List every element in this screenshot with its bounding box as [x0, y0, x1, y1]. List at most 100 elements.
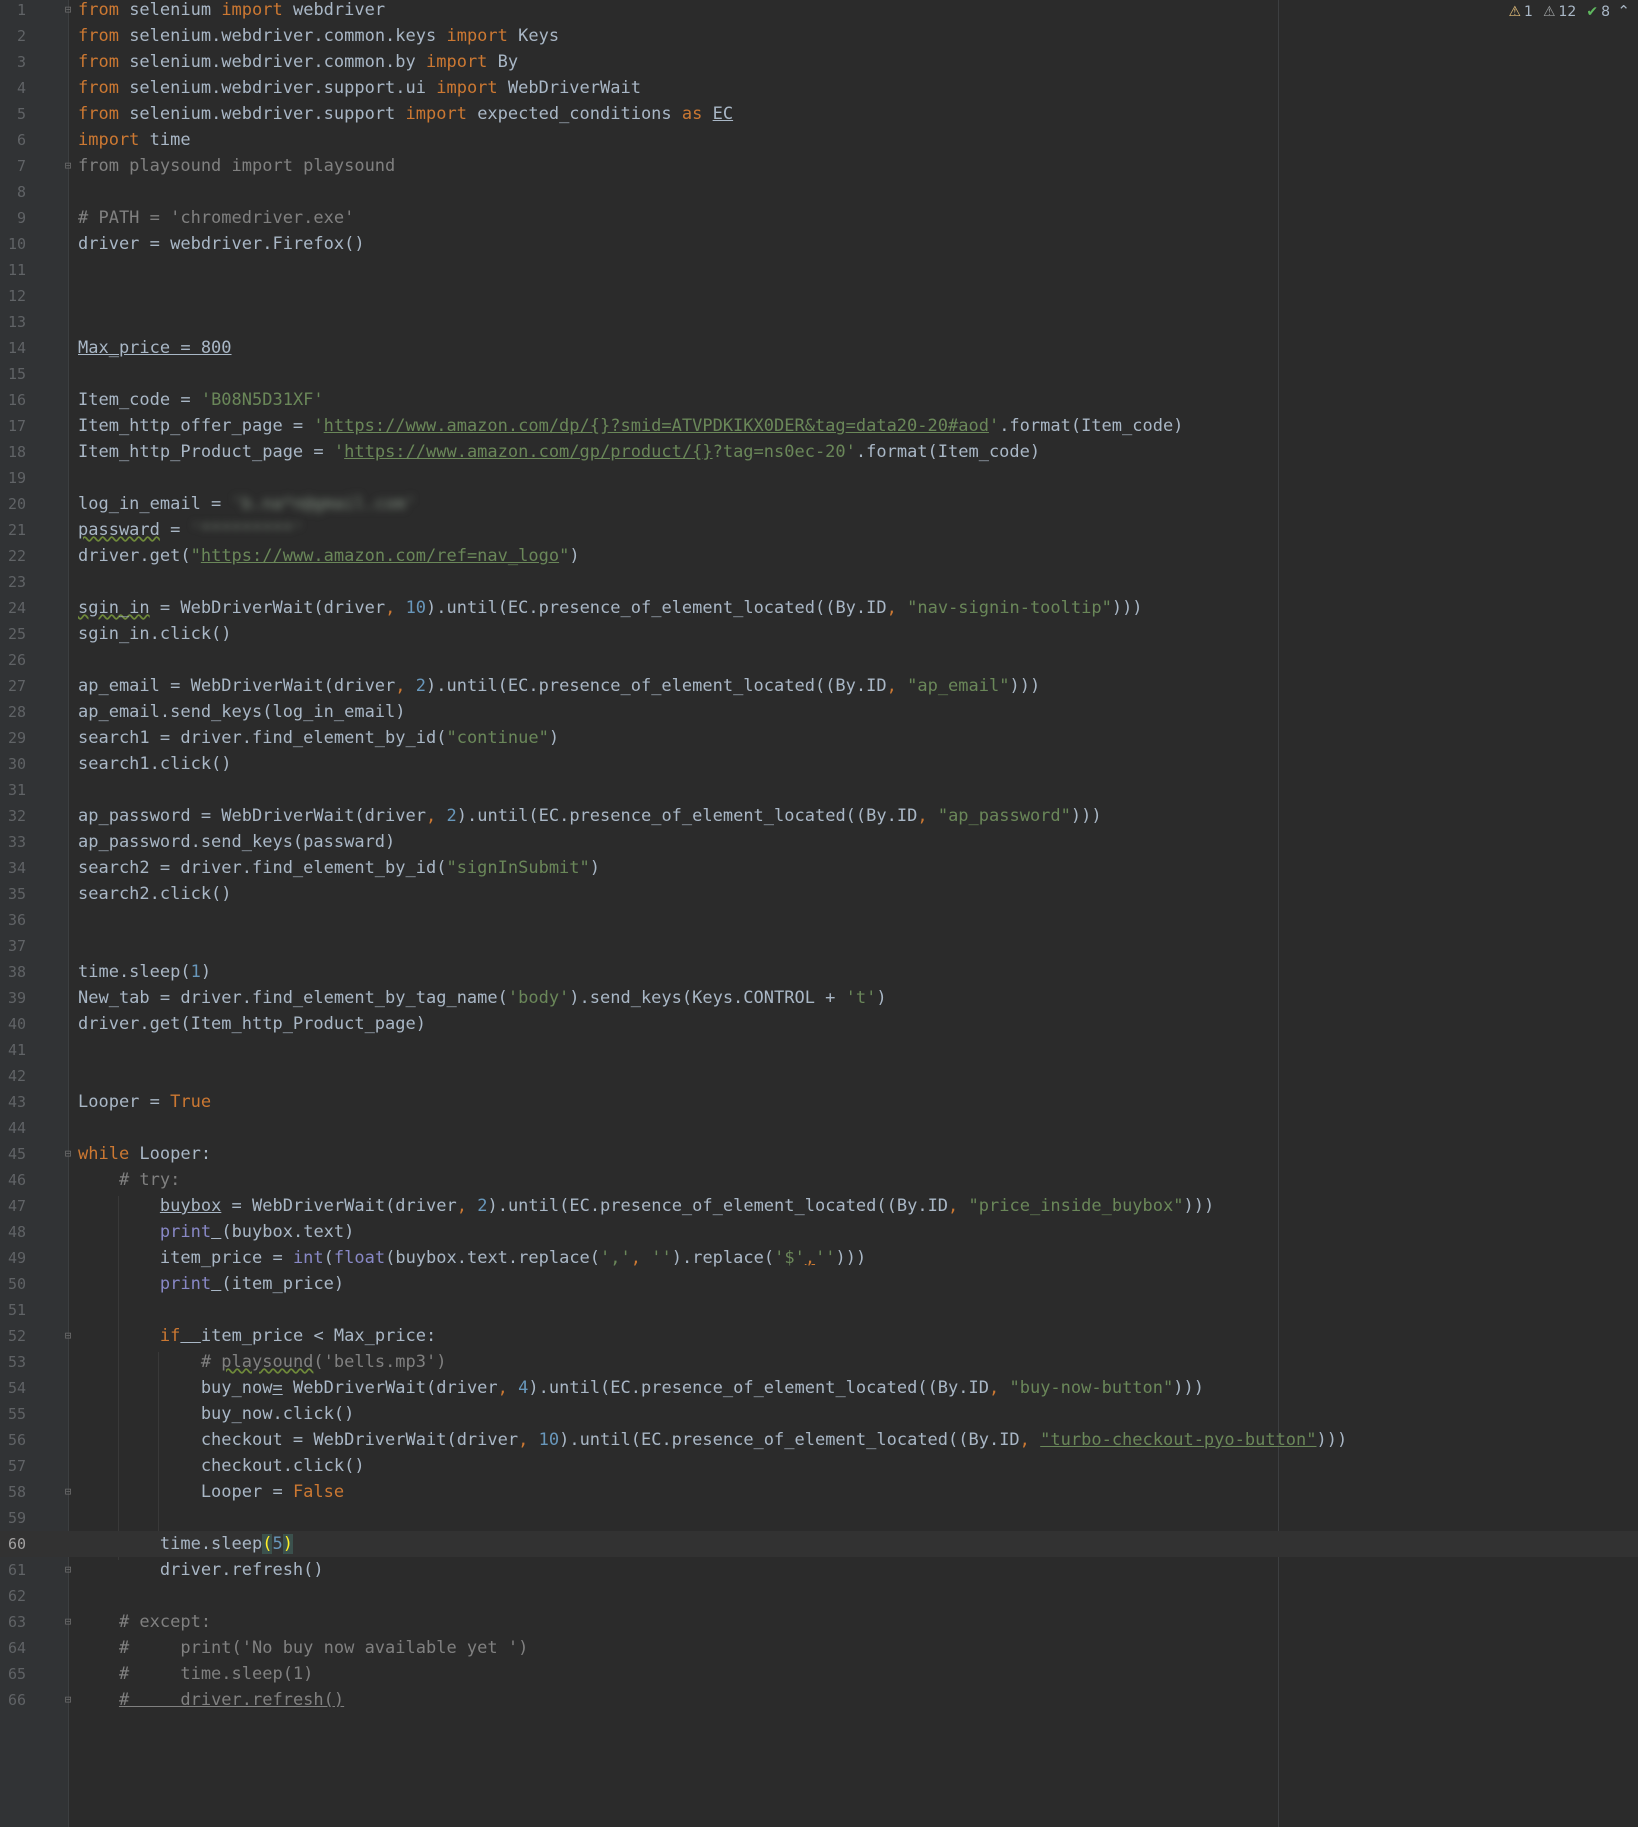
line-number[interactable]: 5: [0, 101, 26, 127]
code-line[interactable]: 63 ⊟ # except:: [0, 1609, 1638, 1635]
code-text[interactable]: Item_http_offer_page = 'https://www.amaz…: [78, 413, 1183, 439]
line-number[interactable]: 1: [0, 0, 26, 23]
line-number[interactable]: 19: [0, 465, 26, 491]
line-number[interactable]: 63: [0, 1609, 26, 1635]
code-line[interactable]: 39 New_tab = driver.find_element_by_tag_n…: [0, 985, 1638, 1011]
code-text[interactable]: search1.click(): [78, 751, 232, 777]
line-number[interactable]: 16: [0, 387, 26, 413]
line-number[interactable]: 34: [0, 855, 26, 881]
line-number[interactable]: 58: [0, 1479, 26, 1505]
code-text[interactable]: ap_password.send_keys(passward): [78, 829, 395, 855]
line-number[interactable]: 47: [0, 1193, 26, 1219]
line-number[interactable]: 22: [0, 543, 26, 569]
line-number[interactable]: 57: [0, 1453, 26, 1479]
code-line[interactable]: 47 buybox = WebDriverWait(driver, 2).unt…: [0, 1193, 1638, 1219]
code-text[interactable]: search2.click(): [78, 881, 232, 907]
code-line[interactable]: 56 checkout = WebDriverWait(driver, 10).…: [0, 1427, 1638, 1453]
code-text[interactable]: # try:: [78, 1167, 180, 1193]
line-number[interactable]: 9: [0, 205, 26, 231]
code-editor[interactable]: ⚠ 1 ⚠ 12 ✔ 8 ⌃ 1 ⊟ from selenium import webdr…: [0, 0, 1638, 1827]
code-text[interactable]: Looper = False: [78, 1479, 344, 1505]
code-line[interactable]: 6 import time: [0, 127, 1638, 153]
line-number[interactable]: 55: [0, 1401, 26, 1427]
line-number[interactable]: 48: [0, 1219, 26, 1245]
line-number[interactable]: 56: [0, 1427, 26, 1453]
code-text[interactable]: # playsound('bells.mp3'): [78, 1349, 447, 1375]
code-line[interactable]: 20 log_in_email = 'b.na*n@gmail.com': [0, 491, 1638, 517]
code-text[interactable]: Looper = True: [78, 1089, 211, 1115]
code-line[interactable]: 40 driver.get(Item_http_Product_page): [0, 1011, 1638, 1037]
code-line[interactable]: 17 Item_http_offer_page = 'https://www.am…: [0, 413, 1638, 439]
code-text[interactable]: search1 = driver.find_element_by_id("con…: [78, 725, 559, 751]
code-line[interactable]: 49 item_price = int(float(buybox.text.re…: [0, 1245, 1638, 1271]
line-number[interactable]: 4: [0, 75, 26, 101]
code-text[interactable]: ap_email = WebDriverWait(driver, 2).unti…: [78, 673, 1040, 699]
line-number[interactable]: 36: [0, 907, 26, 933]
code-line[interactable]: 45 ⊟ while Looper:: [0, 1141, 1638, 1167]
line-number[interactable]: 13: [0, 309, 26, 335]
code-line[interactable]: 7 ⊟ from playsound import playsound: [0, 153, 1638, 179]
code-text[interactable]: buy_now.click(): [78, 1401, 355, 1427]
code-line[interactable]: 28 ap_email.send_keys(log_in_email): [0, 699, 1638, 725]
code-line[interactable]: 31: [0, 777, 1638, 803]
line-number[interactable]: 50: [0, 1271, 26, 1297]
line-number[interactable]: 39: [0, 985, 26, 1011]
code-line[interactable]: 35 search2.click(): [0, 881, 1638, 907]
code-line[interactable]: 15: [0, 361, 1638, 387]
code-line[interactable]: 37: [0, 933, 1638, 959]
code-text[interactable]: from selenium.webdriver.support.ui impor…: [78, 75, 641, 101]
code-line[interactable]: 18 Item_http_Product_page = 'https://www.…: [0, 439, 1638, 465]
code-line[interactable]: 14 Max_price = 800: [0, 335, 1638, 361]
code-line[interactable]: 24 sgin_in = WebDriverWait(driver, 10).un…: [0, 595, 1638, 621]
line-number[interactable]: 42: [0, 1063, 26, 1089]
line-number[interactable]: 20: [0, 491, 26, 517]
line-number[interactable]: 30: [0, 751, 26, 777]
line-number[interactable]: 65: [0, 1661, 26, 1687]
code-text[interactable]: checkout = WebDriverWait(driver, 10).unt…: [78, 1427, 1347, 1453]
code-line[interactable]: 34 search2 = driver.find_element_by_id("s…: [0, 855, 1638, 881]
code-line[interactable]: 53 # playsound('bells.mp3'): [0, 1349, 1638, 1375]
code-line[interactable]: 21 passward = '*********': [0, 517, 1638, 543]
line-number[interactable]: 45: [0, 1141, 26, 1167]
code-line[interactable]: 23: [0, 569, 1638, 595]
code-text[interactable]: Item_code = 'B08N5D31XF': [78, 387, 324, 413]
code-line[interactable]: 13: [0, 309, 1638, 335]
code-text[interactable]: buy_now= WebDriverWait(driver, 4).until(…: [78, 1375, 1204, 1401]
line-number[interactable]: 46: [0, 1167, 26, 1193]
line-number[interactable]: 28: [0, 699, 26, 725]
code-line[interactable]: 32 ap_password = WebDriverWait(driver, 2)…: [0, 803, 1638, 829]
code-text[interactable]: item_price = int(float(buybox.text.repla…: [78, 1245, 866, 1271]
line-number[interactable]: 33: [0, 829, 26, 855]
line-number[interactable]: 12: [0, 283, 26, 309]
code-text[interactable]: driver.get("https://www.amazon.com/ref=n…: [78, 543, 580, 569]
code-line[interactable]: 29 search1 = driver.find_element_by_id("c…: [0, 725, 1638, 751]
line-number[interactable]: 51: [0, 1297, 26, 1323]
code-line[interactable]: 46 # try:: [0, 1167, 1638, 1193]
fold-marker-icon[interactable]: ⊟: [63, 1486, 73, 1497]
code-line[interactable]: 12: [0, 283, 1638, 309]
line-number[interactable]: 49: [0, 1245, 26, 1271]
code-text[interactable]: # print('No buy now available yet '): [78, 1635, 528, 1661]
code-line[interactable]: 51: [0, 1297, 1638, 1323]
code-line[interactable]: 57 checkout.click(): [0, 1453, 1638, 1479]
line-number[interactable]: 41: [0, 1037, 26, 1063]
fold-marker-icon[interactable]: ⊟: [63, 1330, 73, 1341]
code-line[interactable]: 25 sgin_in.click(): [0, 621, 1638, 647]
code-text[interactable]: print (item_price): [78, 1271, 344, 1297]
code-text[interactable]: buybox = WebDriverWait(driver, 2).until(…: [78, 1193, 1214, 1219]
code-line[interactable]: 54 buy_now= WebDriverWait(driver, 4).unt…: [0, 1375, 1638, 1401]
code-text[interactable]: search2 = driver.find_element_by_id("sig…: [78, 855, 600, 881]
fold-marker-icon[interactable]: ⊟: [63, 160, 73, 171]
line-number[interactable]: 59: [0, 1505, 26, 1531]
code-line[interactable]: 59: [0, 1505, 1638, 1531]
line-number[interactable]: 29: [0, 725, 26, 751]
code-line[interactable]: 9 # PATH = 'chromedriver.exe': [0, 205, 1638, 231]
code-text[interactable]: Max_price = 800: [78, 335, 232, 361]
code-line[interactable]: 66 ⊟ # driver.refresh(): [0, 1687, 1638, 1713]
line-number[interactable]: 15: [0, 361, 26, 387]
line-number[interactable]: 25: [0, 621, 26, 647]
code-text[interactable]: if item_price < Max_price:: [78, 1323, 436, 1349]
code-text[interactable]: from playsound import playsound: [78, 153, 395, 179]
code-text[interactable]: sgin_in = WebDriverWait(driver, 10).unti…: [78, 595, 1143, 621]
code-text[interactable]: print (buybox.text): [78, 1219, 355, 1245]
